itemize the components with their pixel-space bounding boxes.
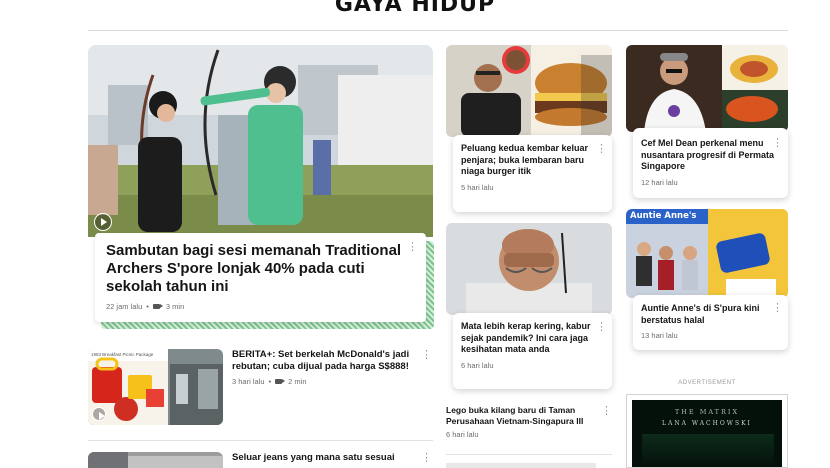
more-options-icon[interactable]: ⋮ (596, 322, 607, 333)
video-camera-icon (275, 379, 286, 384)
hero-title[interactable]: Sambutan bagi sesi memanah Traditional A… (106, 242, 415, 296)
video-play-icon[interactable] (94, 213, 112, 231)
video-camera-icon (152, 304, 163, 309)
ad-line-2: LANA WACHOWSKI (662, 420, 752, 427)
section-title: GAYA HIDUP (334, 0, 496, 17)
hero-read-time: 3 min (165, 302, 185, 311)
article-time: 12 hari lalu (641, 177, 678, 187)
article-card[interactable]: Cef Mel Dean perkenal menu nusantara pro… (633, 128, 788, 198)
hero-card[interactable]: Sambutan bagi sesi memanah Traditional A… (95, 233, 426, 322)
article-title[interactable]: Lego buka kilang baru di Taman Perusahaa… (446, 405, 596, 427)
more-options-icon[interactable]: ⋮ (596, 144, 607, 155)
title-divider (88, 30, 788, 31)
hero-time: 22 jam lalu (106, 302, 143, 311)
article-time: 5 hari lalu (461, 182, 494, 192)
image-caption-text: 1983 Breakfast Picnic Package (91, 352, 154, 357)
article-meta: 3 hari lalu • 2 min (232, 377, 307, 386)
list-item[interactable]: BERITA+: Set berkelah McDonald's jadi re… (232, 349, 432, 389)
article-time: 13 hari lalu (641, 331, 678, 340)
jeans-image[interactable] (88, 452, 223, 468)
more-options-icon[interactable]: ⋮ (421, 453, 432, 464)
store-sign-text: Auntie Anne's (630, 211, 697, 221)
article-title[interactable]: Peluang kedua kembar keluar penjara; buk… (461, 143, 604, 178)
article-title[interactable]: Mata lebih kerap kering, kabur sejak pan… (461, 321, 604, 356)
article-title[interactable]: Seluar jeans yang mana satu sesuai (232, 452, 432, 464)
truncated-list-item[interactable] (446, 463, 596, 468)
list-item[interactable]: Seluar jeans yang mana satu sesuai ⋮ (232, 452, 432, 468)
hero-image[interactable] (88, 45, 433, 237)
auntie-annes-image[interactable]: Auntie Anne's (626, 209, 788, 298)
article-card[interactable]: Peluang kedua kembar keluar penjara; buk… (453, 135, 612, 212)
ad-banner[interactable]: THE MATRIX LANA WACHOWSKI (632, 400, 782, 467)
ad-label: ADVERTISEMENT (678, 380, 736, 386)
mcdonalds-image[interactable]: 1983 Breakfast Picnic Package (88, 349, 223, 425)
ad-line-1: THE MATRIX (674, 408, 740, 416)
chef-image[interactable] (626, 45, 788, 132)
article-time: 6 hari lalu (461, 360, 494, 370)
advertisement[interactable]: THE MATRIX LANA WACHOWSKI (626, 394, 788, 468)
eye-image[interactable] (446, 223, 612, 315)
more-options-icon[interactable]: ⋮ (601, 406, 612, 417)
article-title[interactable]: BERITA+: Set berkelah McDonald's jadi re… (232, 349, 422, 373)
more-options-icon[interactable]: ⋮ (772, 138, 783, 149)
divider (446, 454, 612, 455)
article-title[interactable]: Auntie Anne's di S'pura kini berstatus h… (641, 303, 780, 326)
divider (88, 440, 433, 441)
video-play-icon[interactable] (92, 407, 106, 421)
article-card[interactable]: Auntie Anne's di S'pura kini berstatus h… (633, 295, 788, 350)
article-read-time: 2 min (288, 377, 307, 386)
list-item[interactable]: Lego buka kilang baru di Taman Perusahaa… (446, 405, 612, 443)
hero-meta: 22 jam lalu • 3 min (106, 302, 185, 311)
article-time: 6 hari lalu (446, 430, 479, 439)
article-time: 3 hari lalu (232, 377, 265, 386)
burger-image[interactable] (446, 45, 612, 137)
article-card[interactable]: Mata lebih kerap kering, kabur sejak pan… (453, 313, 612, 389)
more-options-icon[interactable]: ⋮ (407, 242, 418, 253)
article-title[interactable]: Cef Mel Dean perkenal menu nusantara pro… (641, 138, 780, 173)
more-options-icon[interactable]: ⋮ (772, 303, 783, 314)
more-options-icon[interactable]: ⋮ (421, 350, 432, 361)
